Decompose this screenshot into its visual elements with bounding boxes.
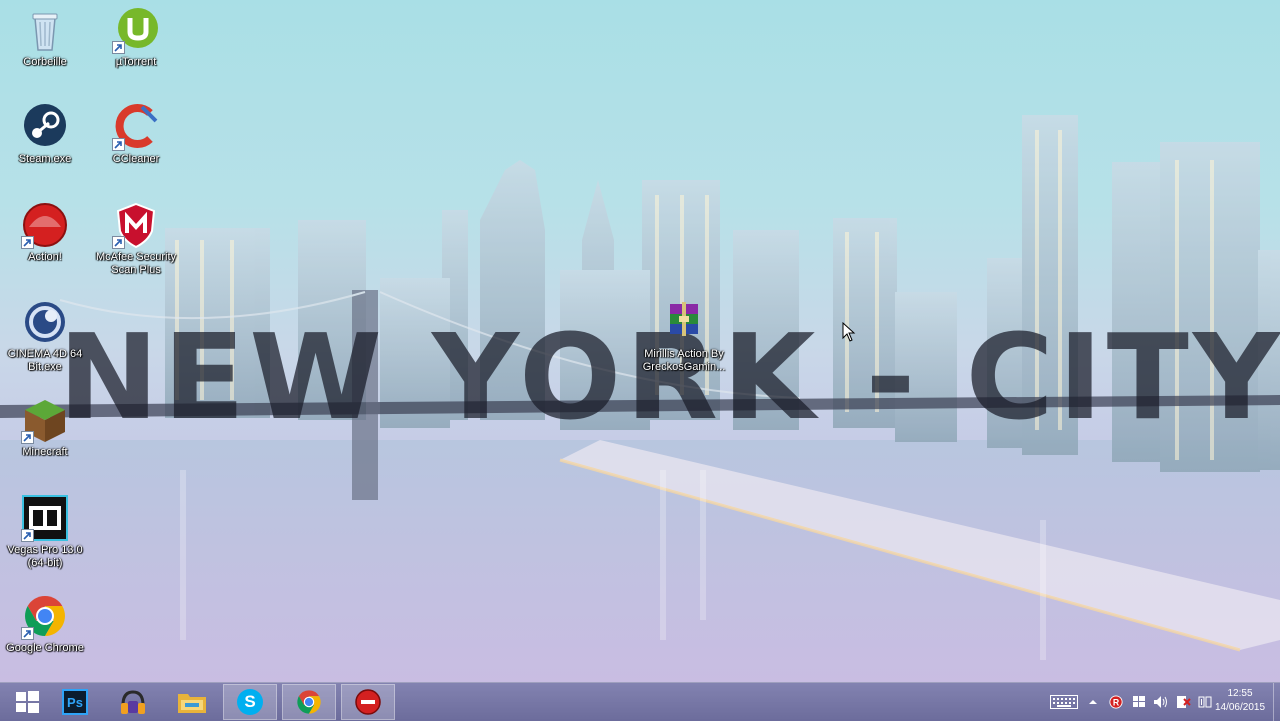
winrar-archive-icon: [660, 298, 708, 346]
folder-icon: [178, 694, 206, 713]
taskbar-photoshop-button[interactable]: Ps: [48, 684, 102, 720]
mouse-cursor-icon: [842, 322, 856, 342]
shortcut-arrow-icon: [21, 529, 34, 542]
desktop-icon-label: Mirillis Action By GreckosGamin...: [642, 348, 726, 373]
flag-icon[interactable]: [1131, 695, 1147, 709]
taskbar-chrome-button[interactable]: [282, 684, 336, 720]
desktop-icon-label: Vegas Pro 13.0 (64-bit): [7, 544, 83, 569]
taskbar: Ps S R 12:55 14/06/2015: [0, 682, 1280, 721]
desktop[interactable]: NEW YORK - CITY Corbeille µTorrent Steam…: [0, 0, 1280, 682]
skype-icon-text: S: [244, 692, 256, 711]
desktop-icon-label: Minecraft: [22, 446, 68, 458]
show-desktop-button[interactable]: [1273, 683, 1280, 721]
start-button[interactable]: [0, 684, 54, 720]
shortcut-arrow-icon: [112, 41, 125, 54]
desktop-icon-mcafee[interactable]: McAfee Security Scan Plus: [93, 201, 179, 277]
desktop-icon-label: Google Chrome: [6, 642, 84, 654]
desktop-icon-label: Corbeille: [23, 56, 67, 68]
skype-icon: S: [237, 689, 263, 715]
desktop-icon-minecraft[interactable]: Minecraft: [2, 396, 88, 459]
headphones-icon: [121, 690, 145, 714]
desktop-icon-cinema4d[interactable]: CINEMA 4D 64 Bit.exe: [2, 298, 88, 374]
mcafee-icon: [112, 201, 160, 249]
utorrent-icon: [112, 6, 160, 54]
cinema4d-icon: [21, 298, 69, 346]
desktop-icon-google-chrome[interactable]: Google Chrome: [2, 592, 88, 655]
shortcut-arrow-icon: [112, 236, 125, 249]
desktop-icon-mirillis-archive[interactable]: Mirillis Action By GreckosGamin...: [641, 298, 727, 374]
keyboard-icon[interactable]: [1050, 695, 1078, 709]
desktop-icon-action[interactable]: Action!: [2, 201, 88, 264]
svg-text:R: R: [1113, 698, 1120, 708]
desktop-icon-label: µTorrent: [115, 56, 157, 68]
chrome-icon: [297, 690, 321, 714]
shortcut-arrow-icon: [21, 431, 34, 444]
clock-date: 14/06/2015: [1214, 702, 1266, 713]
chevron-up-icon[interactable]: [1088, 695, 1098, 709]
record-icon: [355, 689, 381, 715]
steam-icon: [21, 103, 69, 151]
windows-start-icon: [16, 691, 39, 713]
action-icon: [21, 201, 69, 249]
clock-time: 12:55: [1227, 688, 1253, 699]
system-tray: R 12:55 14/06/2015: [1020, 683, 1280, 721]
volume-icon[interactable]: [1153, 695, 1169, 709]
power-icon[interactable]: [1175, 695, 1191, 709]
chrome-icon: [21, 592, 69, 640]
action-tray-icon[interactable]: R: [1108, 695, 1124, 709]
minecraft-icon: [21, 396, 69, 444]
shortcut-arrow-icon: [21, 627, 34, 640]
desktop-icon-steam[interactable]: Steam.exe: [2, 103, 88, 166]
desktop-icon-ccleaner[interactable]: CCleaner: [93, 103, 179, 166]
clock[interactable]: 12:55 14/06/2015: [1210, 687, 1270, 715]
shortcut-arrow-icon: [21, 236, 34, 249]
taskbar-action-button[interactable]: [341, 684, 395, 720]
desktop-icon-label: CINEMA 4D 64 Bit.exe: [7, 348, 83, 373]
desktop-icon-label: McAfee Security Scan Plus: [95, 251, 177, 276]
recycle-bin-icon: [21, 6, 69, 54]
photoshop-icon: Ps: [62, 689, 88, 715]
desktop-icon-label: Action!: [28, 251, 62, 263]
taskbar-file-explorer-button[interactable]: [165, 684, 219, 720]
photoshop-icon-text: Ps: [67, 694, 83, 710]
shortcut-arrow-icon: [112, 138, 125, 151]
taskbar-media-player-button[interactable]: [106, 684, 160, 720]
desktop-icon-vegas-pro[interactable]: Vegas Pro 13.0 (64-bit): [2, 494, 88, 570]
taskbar-skype-button[interactable]: S: [223, 684, 277, 720]
desktop-icon-label: CCleaner: [112, 153, 160, 165]
desktop-icon-recycle-bin[interactable]: Corbeille: [2, 6, 88, 69]
vegas-pro-icon: [21, 494, 69, 542]
desktop-icon-utorrent[interactable]: µTorrent: [93, 6, 179, 69]
desktop-icon-label: Steam.exe: [18, 153, 72, 165]
ccleaner-icon: [112, 103, 160, 151]
